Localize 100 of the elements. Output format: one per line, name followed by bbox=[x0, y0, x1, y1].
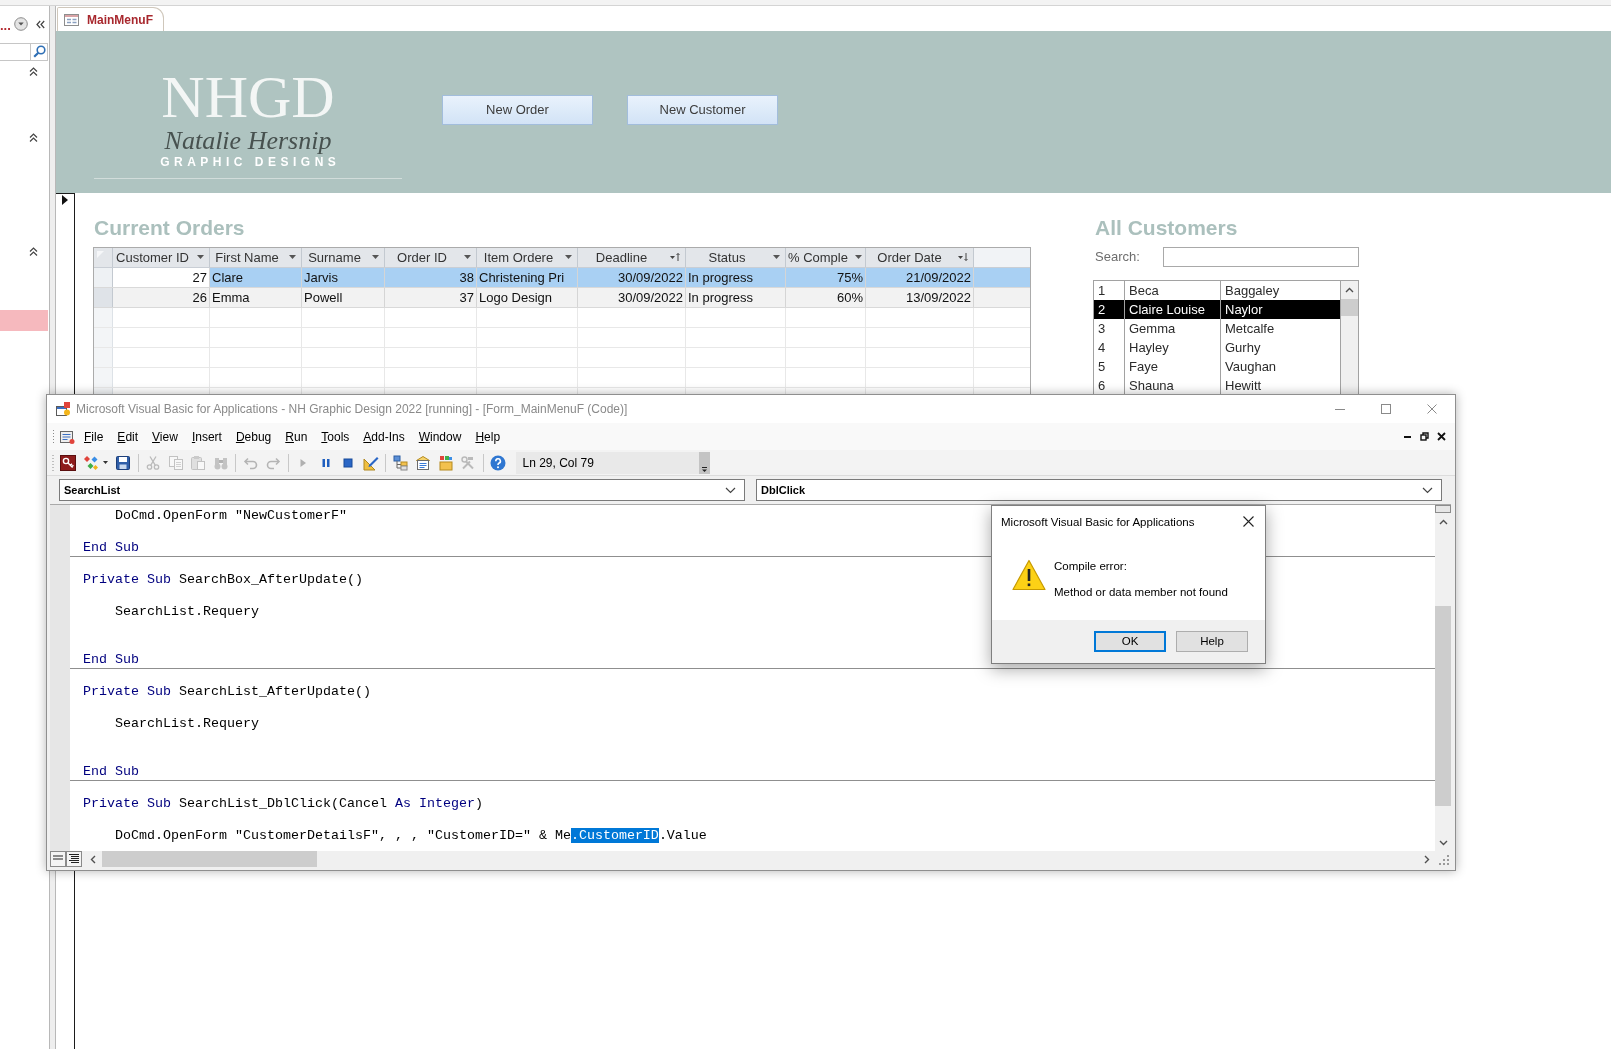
close-icon[interactable] bbox=[1242, 516, 1254, 527]
form-icon bbox=[64, 13, 79, 26]
collapse-pane-icon[interactable] bbox=[36, 19, 45, 29]
list-cell: 2 bbox=[1094, 300, 1125, 320]
table-cell: 21/09/2022 bbox=[866, 267, 974, 287]
cursor-position: Ln 29, Col 79 bbox=[515, 451, 699, 474]
column-header[interactable]: Surname bbox=[302, 247, 385, 267]
pane-title: ... bbox=[0, 19, 12, 32]
scroll-up-icon[interactable] bbox=[1438, 518, 1448, 525]
collapse-chevrons-icon[interactable] bbox=[28, 67, 38, 78]
dropdown-arrow-icon[interactable] bbox=[565, 255, 572, 259]
list-scrollbar[interactable] bbox=[1341, 281, 1358, 395]
code-line: End Sub bbox=[83, 652, 139, 668]
minimize-icon[interactable] bbox=[1404, 435, 1411, 438]
dropdown-arrow-icon[interactable] bbox=[197, 255, 204, 259]
table-cell: Logo Design bbox=[477, 287, 578, 307]
nav-search-field[interactable] bbox=[0, 42, 48, 61]
dialog-button[interactable]: OK bbox=[1094, 630, 1166, 652]
column-header[interactable]: % Comple bbox=[786, 247, 866, 267]
table-cell: In progress bbox=[686, 267, 786, 287]
scroll-right-icon[interactable] bbox=[1424, 854, 1430, 864]
table-cell: 75% bbox=[786, 267, 866, 287]
code-line: Private Sub SearchList_DblClick(Cancel As Integer) bbox=[83, 796, 483, 812]
document-icon[interactable] bbox=[59, 428, 75, 445]
code-line: DoCmd.OpenForm "NewCustomerF" bbox=[114, 508, 347, 524]
warning-icon bbox=[1012, 559, 1046, 591]
list-cell: Faye bbox=[1125, 357, 1221, 377]
dialog-button[interactable]: Help bbox=[1176, 630, 1248, 652]
search-label: Search: bbox=[1095, 249, 1140, 265]
column-header[interactable]: Order ID bbox=[385, 247, 477, 267]
toolbar-options-icon[interactable] bbox=[698, 451, 710, 474]
logo-monogram: NHGD bbox=[161, 67, 335, 127]
scroll-up-icon[interactable] bbox=[1345, 286, 1354, 293]
list-cell: Claire Louise bbox=[1125, 300, 1221, 320]
collapse-chevrons-icon[interactable] bbox=[28, 246, 38, 257]
split-bar-handle[interactable] bbox=[1435, 505, 1451, 513]
object-dropdown[interactable]: SearchList bbox=[59, 479, 745, 501]
list-cell: 3 bbox=[1094, 319, 1125, 339]
action-button[interactable]: New Order bbox=[442, 94, 593, 125]
dropdown-arrow-icon[interactable] bbox=[854, 255, 862, 259]
error-message: Method or data member not found bbox=[1054, 585, 1228, 599]
menu-item[interactable]: Run bbox=[278, 427, 315, 446]
menu-item[interactable]: Window bbox=[411, 427, 469, 446]
scrollbar-thumb[interactable] bbox=[1435, 606, 1451, 806]
select-all-icon[interactable] bbox=[94, 247, 113, 267]
menu-item[interactable]: File bbox=[77, 427, 111, 446]
document-tab[interactable]: MainMenuF bbox=[57, 7, 164, 31]
close-icon[interactable] bbox=[1437, 432, 1446, 441]
window-title: Microsoft Visual Basic for Applications - NH Graphic Design 2022 [running] - [Form_MainMenuF (Code)] bbox=[76, 402, 628, 416]
table-cell: In progress bbox=[686, 287, 786, 307]
sort-descending-icon[interactable] bbox=[958, 252, 968, 262]
full-module-view-icon[interactable] bbox=[66, 851, 82, 867]
scrollbar-thumb[interactable] bbox=[102, 851, 317, 867]
dropdown-arrow-icon[interactable] bbox=[773, 255, 780, 259]
menu-item[interactable]: View bbox=[145, 427, 185, 446]
caret-icon[interactable] bbox=[102, 461, 108, 464]
dropdown-arrow-icon[interactable] bbox=[289, 255, 296, 259]
shapes-icon[interactable] bbox=[82, 454, 99, 471]
table-cell: Powell bbox=[302, 287, 385, 307]
column-header[interactable]: Item Ordere bbox=[477, 247, 578, 267]
menu-item[interactable]: Help bbox=[468, 427, 508, 446]
caret-down-icon[interactable] bbox=[1422, 486, 1433, 494]
procedure-dropdown[interactable]: DblClick bbox=[756, 479, 1442, 501]
list-cell: 4 bbox=[1094, 338, 1125, 358]
table-cell: Clare bbox=[210, 267, 302, 287]
restore-icon[interactable] bbox=[1420, 432, 1429, 441]
grip-icon[interactable] bbox=[50, 453, 56, 472]
scroll-down-icon[interactable] bbox=[1438, 839, 1448, 846]
code-line: End Sub bbox=[83, 764, 139, 780]
menu-item[interactable]: Edit bbox=[110, 427, 146, 446]
scrollbar-thumb[interactable] bbox=[1341, 299, 1358, 317]
column-header[interactable]: Deadline bbox=[578, 247, 686, 267]
menu-item[interactable]: Tools bbox=[314, 427, 357, 446]
list-row[interactable]: 2 Claire Louise Naylor bbox=[1094, 300, 1341, 320]
section-title: Current Orders bbox=[94, 214, 245, 241]
search-field[interactable] bbox=[1163, 246, 1359, 268]
scroll-left-icon[interactable] bbox=[90, 854, 96, 864]
caret-down-icon[interactable] bbox=[725, 486, 736, 494]
sort-ascending-icon[interactable] bbox=[670, 252, 680, 262]
dropdown-arrow-icon[interactable] bbox=[372, 255, 379, 259]
menu-item[interactable]: Add-Ins bbox=[356, 427, 412, 446]
column-header[interactable]: Order Date bbox=[866, 247, 974, 267]
customer-list[interactable]: 1 Beca Baggaley 2 Claire Louise Naylor 3 Gemma Metcalfe 4 Hayley Gurhy 5 Faye Vaughan 6 Shauna Hewitt bbox=[1093, 280, 1359, 395]
table-cell: Christening Pri bbox=[477, 267, 578, 287]
triangle-right-icon bbox=[62, 195, 68, 205]
table-cell: Jarvis bbox=[302, 267, 385, 287]
collapse-chevrons-icon[interactable] bbox=[28, 132, 38, 143]
column-header[interactable]: Status bbox=[686, 247, 786, 267]
table-cell: Emma bbox=[210, 287, 302, 307]
column-header[interactable]: First Name bbox=[210, 247, 302, 267]
logo-signature: Natalie Hersnip bbox=[164, 127, 332, 155]
maximize-icon[interactable] bbox=[1381, 404, 1391, 414]
dropdown-arrow-icon[interactable] bbox=[464, 255, 471, 259]
action-button[interactable]: New Customer bbox=[627, 94, 778, 125]
menu-item[interactable]: Insert bbox=[184, 427, 229, 446]
table-row[interactable]: 27 Clare Jarvis 38 Christening Pri 30/09/2022 In progress 75% 21/09/2022 bbox=[94, 267, 1030, 288]
menu-item[interactable]: Debug bbox=[228, 427, 279, 446]
table-row[interactable]: 26 Emma Powell 37 Logo Design 30/09/2022 In progress 60% 13/09/2022 bbox=[94, 287, 1030, 308]
column-header[interactable]: Customer ID bbox=[113, 247, 210, 267]
dropdown-circle-icon[interactable] bbox=[14, 17, 28, 31]
